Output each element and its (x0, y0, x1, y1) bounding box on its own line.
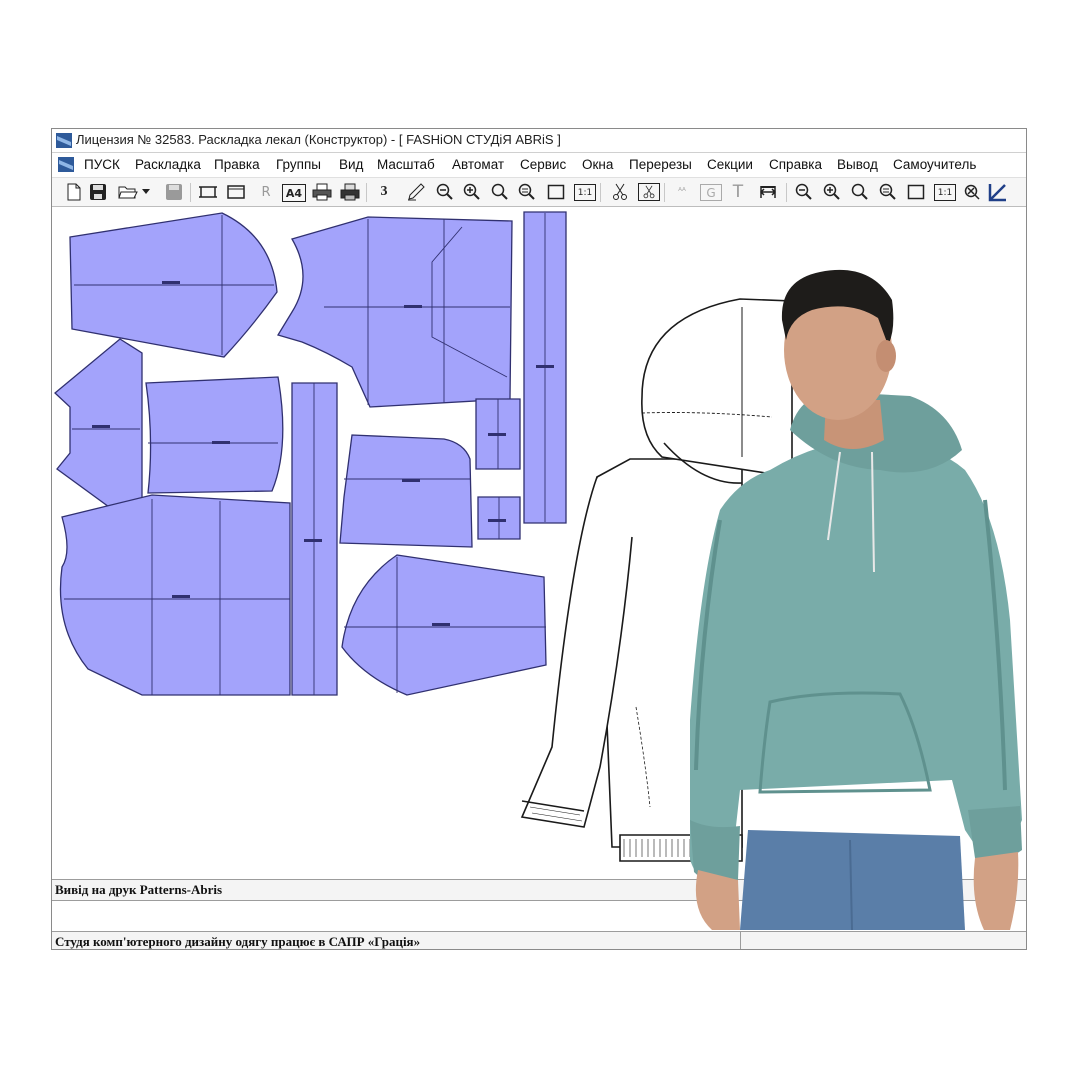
right-hand (973, 852, 1019, 930)
model-in-hoodie-image (690, 269, 1022, 931)
left-hand (695, 870, 740, 930)
model-photo (0, 0, 1080, 1080)
